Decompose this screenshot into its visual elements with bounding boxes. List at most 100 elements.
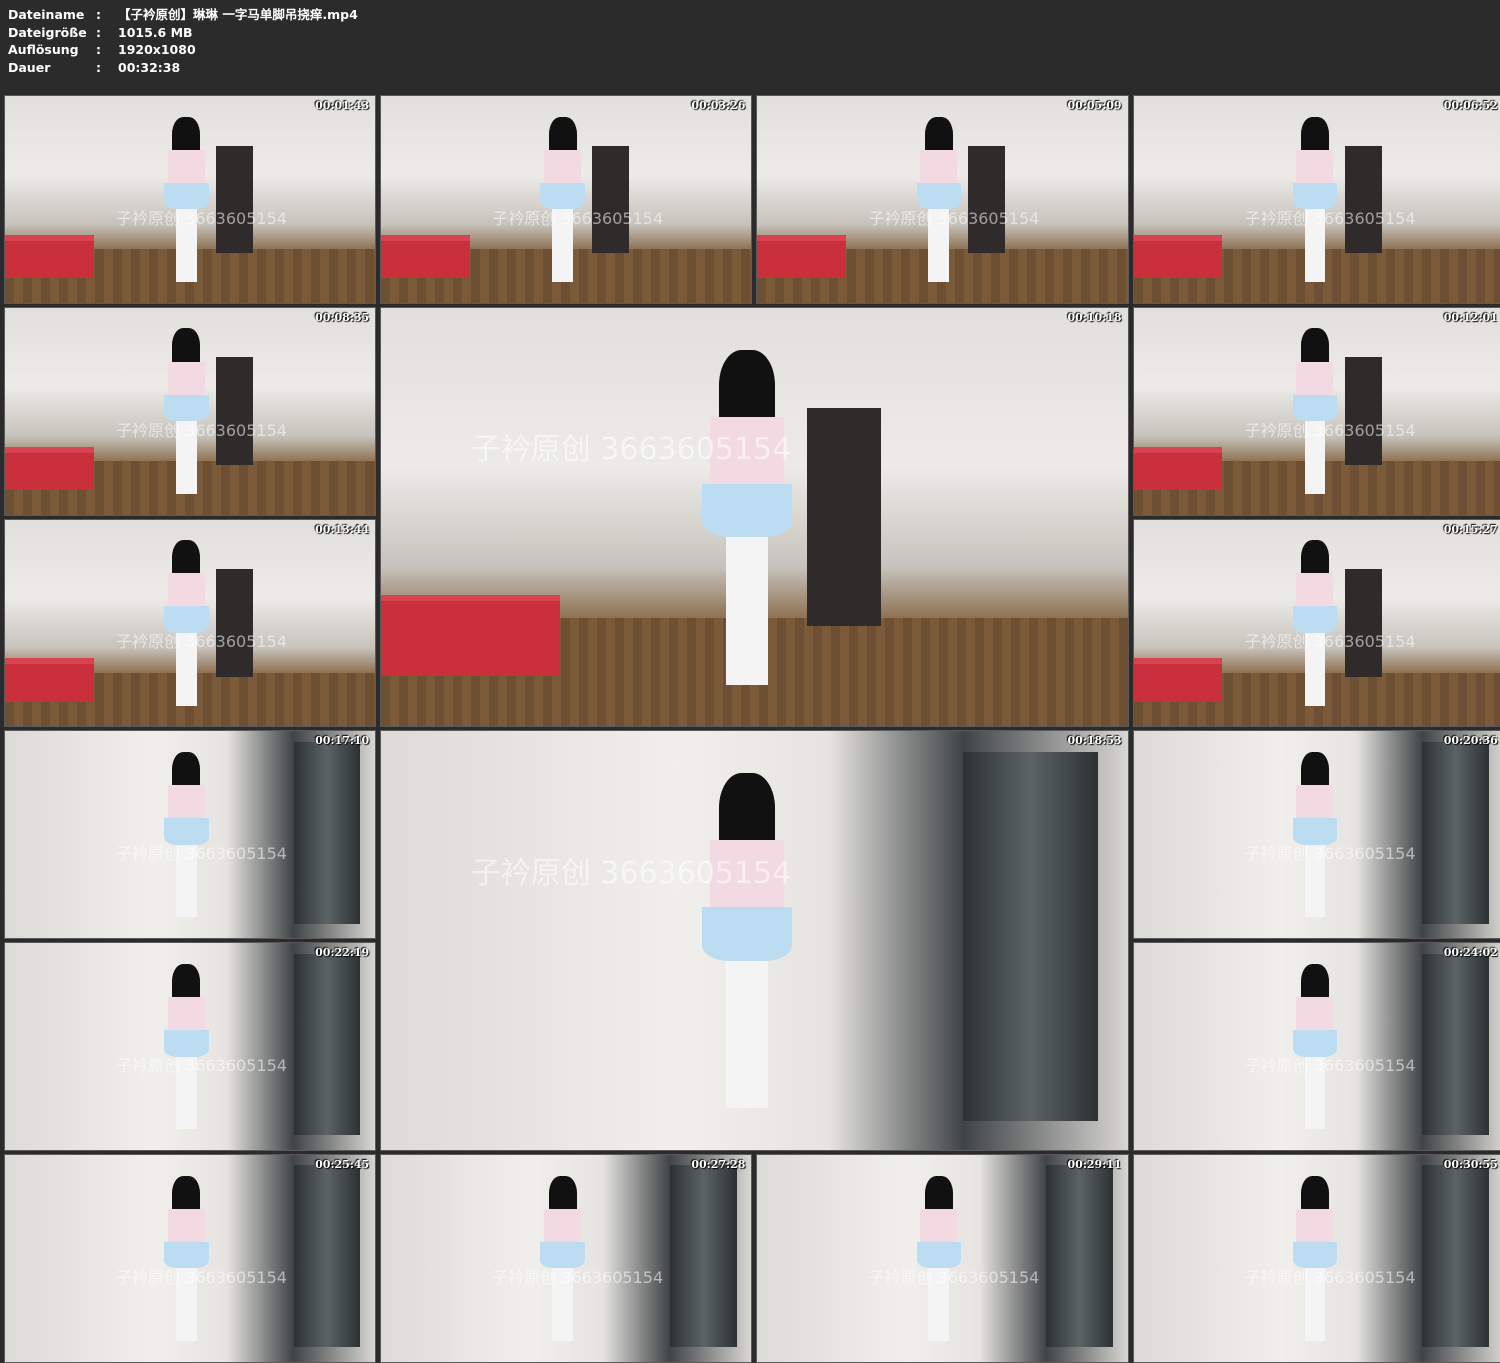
file-info-panel: Dateiname : 【子衿原创】琳琳 一字马单脚吊挠痒.mp4 Dateig… <box>8 6 358 76</box>
person-figure <box>164 752 209 918</box>
thumbnail-timestamp: 00:30:55 <box>1443 1158 1498 1171</box>
watermark-text: 子衿原创 3663605154 <box>492 208 664 228</box>
watermark-text: 子衿原创 3663605154 <box>1244 632 1416 652</box>
video-thumbnail: 子衿原创 3663605154 00:05:09 <box>756 95 1129 304</box>
door <box>1344 569 1382 677</box>
glass-door <box>293 741 361 924</box>
thumbnail-timestamp: 00:25:45 <box>315 1158 370 1171</box>
door <box>216 145 254 254</box>
video-thumbnail: 子衿原创 3663605154 00:27:28 <box>380 1154 753 1363</box>
person-figure <box>164 963 209 1130</box>
person-figure <box>540 1175 585 1342</box>
video-thumbnail: 子衿原创 3663605154 00:18:53 <box>380 730 1129 1151</box>
video-thumbnail: 子衿原创 3663605154 00:08:35 <box>4 306 377 516</box>
thumbnail-timestamp: 00:13:44 <box>315 522 370 536</box>
info-row-resolution: Auflösung : 1920x1080 <box>8 41 358 59</box>
thumbnail-timestamp: 00:22:19 <box>315 946 370 960</box>
video-thumbnail: 子衿原创 3663605154 00:22:19 <box>4 942 377 1151</box>
video-thumbnail: 子衿原创 3663605154 00:30:55 <box>1132 1154 1500 1363</box>
video-thumbnail: 子衿原创 3663605154 00:12:01 <box>1132 306 1500 516</box>
door <box>968 145 1006 254</box>
filesize-value: 1015.6 MB <box>118 24 193 40</box>
thumbnail-timestamp: 00:17:10 <box>315 734 370 748</box>
watermark-text: 子衿原创 3663605154 <box>1244 420 1416 440</box>
video-thumbnail: 子衿原创 3663605154 00:20:36 <box>1132 730 1500 940</box>
info-row-duration: Dauer : 00:32:38 <box>8 59 358 77</box>
video-thumbnail: 子衿原创 3663605154 00:17:10 <box>4 730 377 940</box>
door <box>216 569 254 677</box>
person-figure <box>916 1175 961 1342</box>
sofa <box>757 234 847 278</box>
info-row-filesize: Dateigröße : 1015.6 MB <box>8 24 358 42</box>
person-figure <box>164 540 209 706</box>
info-separator: : <box>96 24 101 40</box>
person-figure <box>540 116 585 283</box>
person-figure <box>1292 752 1338 918</box>
glass-door <box>1422 741 1489 924</box>
sofa <box>1133 658 1223 702</box>
info-separator: : <box>96 7 101 22</box>
video-thumbnail: 子衿原创 3663605154 00:10:18 <box>380 306 1129 728</box>
sofa <box>5 446 94 490</box>
info-row-filename: Dateiname : 【子衿原创】琳琳 一字马单脚吊挠痒.mp4 <box>8 6 358 24</box>
glass-door <box>1422 953 1489 1136</box>
sofa <box>1133 234 1223 278</box>
watermark-text: 子衿原创 3663605154 <box>116 1055 287 1075</box>
watermark-text: 子衿原创 3663605154 <box>470 855 792 891</box>
thumbnail-timestamp: 00:18:53 <box>1067 734 1122 748</box>
filename-value: 【子衿原创】琳琳 一字马单脚吊挠痒.mp4 <box>118 7 358 22</box>
sofa <box>381 234 471 278</box>
thumbnail-timestamp: 00:10:18 <box>1067 310 1122 324</box>
duration-value: 00:32:38 <box>118 59 181 75</box>
person-figure <box>164 328 209 494</box>
watermark-text: 子衿原创 3663605154 <box>116 1267 287 1287</box>
glass-door <box>1046 1165 1113 1348</box>
glass-door <box>963 752 1098 1121</box>
person-figure <box>1292 1175 1338 1342</box>
glass-door <box>293 953 361 1136</box>
video-thumbnail: 子衿原创 3663605154 00:29:11 <box>756 1154 1129 1363</box>
glass-door <box>669 1165 737 1348</box>
video-thumbnail: 子衿原创 3663605154 00:01:43 <box>4 95 377 304</box>
resolution-label: Auflösung <box>8 42 79 57</box>
video-thumbnail: 子衿原创 3663605154 00:25:45 <box>4 1154 377 1363</box>
video-thumbnail: 子衿原创 3663605154 00:24:02 <box>1132 942 1500 1151</box>
watermark-text: 子衿原创 3663605154 <box>116 844 287 864</box>
glass-door <box>1422 1165 1489 1348</box>
video-thumbnail: 子衿原创 3663605154 00:06:52 <box>1132 95 1500 304</box>
thumbnail-timestamp: 00:06:52 <box>1443 99 1498 112</box>
watermark-text: 子衿原创 3663605154 <box>116 632 287 652</box>
sofa <box>381 594 561 677</box>
thumbnail-timestamp: 00:12:01 <box>1443 310 1498 324</box>
info-separator: : <box>96 59 101 75</box>
video-thumbnail: 子衿原创 3663605154 00:13:44 <box>4 518 377 728</box>
sofa <box>1133 446 1223 490</box>
sofa <box>5 658 94 702</box>
watermark-text: 子衿原创 3663605154 <box>492 1267 664 1287</box>
person-figure <box>702 773 792 1109</box>
watermark-text: 子衿原创 3663605154 <box>1244 1055 1416 1075</box>
watermark-text: 子衿原创 3663605154 <box>1244 1267 1416 1287</box>
person-figure <box>164 116 209 283</box>
resolution-value: 1920x1080 <box>118 42 196 57</box>
thumbnail-timestamp: 00:29:11 <box>1067 1158 1122 1171</box>
person-figure <box>164 1175 209 1342</box>
person-figure <box>1292 116 1338 283</box>
watermark-text: 子衿原创 3663605154 <box>1244 844 1416 864</box>
thumbnail-timestamp: 00:01:43 <box>315 99 370 112</box>
door <box>806 408 882 626</box>
thumbnail-timestamp: 00:08:35 <box>315 310 370 324</box>
watermark-text: 子衿原创 3663605154 <box>868 208 1040 228</box>
person-figure <box>702 349 792 685</box>
door <box>216 357 254 465</box>
thumbnail-timestamp: 00:05:09 <box>1067 99 1122 112</box>
thumbnail-timestamp: 00:24:02 <box>1443 946 1498 960</box>
filesize-label: Dateigröße <box>8 24 87 40</box>
thumbnail-timestamp: 00:20:36 <box>1443 734 1498 748</box>
watermark-text: 子衿原创 3663605154 <box>116 208 287 228</box>
filename-label: Dateiname <box>8 7 85 22</box>
person-figure <box>916 116 961 283</box>
sofa <box>5 234 94 278</box>
door <box>1344 357 1382 465</box>
watermark-text: 子衿原创 3663605154 <box>868 1267 1040 1287</box>
